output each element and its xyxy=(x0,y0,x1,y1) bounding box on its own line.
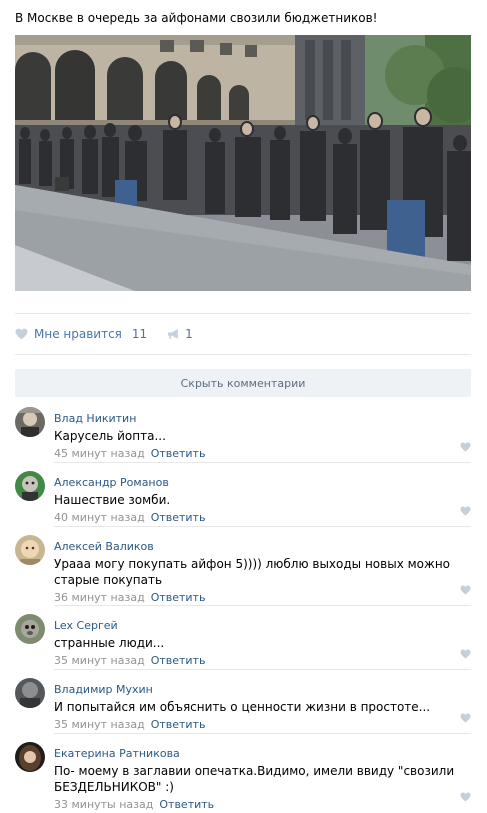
avatar[interactable] xyxy=(15,535,45,565)
comment-item: Екатерина Ратникова По- моему в заглавии… xyxy=(15,742,471,812)
post-photo[interactable] xyxy=(15,35,471,291)
comment-text: И попытайся им объяснить о ценности жизн… xyxy=(54,700,431,714)
heart-icon[interactable] xyxy=(460,506,471,516)
comment-text: странные люди... xyxy=(54,636,165,650)
avatar[interactable] xyxy=(15,407,45,437)
comment-divider xyxy=(54,733,471,734)
comment-author[interactable]: Екатерина Ратникова xyxy=(54,747,180,761)
comment-text: По- моему в заглавии опечатка.Видимо, им… xyxy=(54,764,455,794)
like-button[interactable]: Мне нравится 11 xyxy=(15,327,147,341)
comment-time[interactable]: 45 минут назад xyxy=(54,447,145,460)
comment-time[interactable]: 40 минут назад xyxy=(54,511,145,524)
comment-author[interactable]: Алексей Валиков xyxy=(54,540,154,554)
comment-time[interactable]: 35 минут назад xyxy=(54,654,145,667)
avatar[interactable] xyxy=(15,471,45,501)
reply-link[interactable]: Ответить xyxy=(151,654,206,667)
divider-bottom xyxy=(15,354,471,355)
comment-text: Урааа могу покупать айфон 5)))) люблю вы… xyxy=(54,557,450,587)
comment-text: Карусель йопта... xyxy=(54,429,166,443)
divider-top xyxy=(15,313,471,314)
avatar[interactable] xyxy=(15,678,45,708)
reply-link[interactable]: Ответить xyxy=(151,511,206,524)
reply-link[interactable]: Ответить xyxy=(151,718,206,731)
reply-link[interactable]: Ответить xyxy=(159,798,214,811)
heart-icon[interactable] xyxy=(460,713,471,723)
reply-link[interactable]: Ответить xyxy=(151,447,206,460)
comment-divider xyxy=(54,605,471,606)
comment-author[interactable]: Владимир Мухин xyxy=(54,683,153,697)
heart-icon xyxy=(15,328,28,340)
comment-author[interactable]: Влад Никитин xyxy=(54,412,136,426)
comment-item: Влад Никитин Карусель йопта... 45 минут … xyxy=(15,407,471,463)
heart-icon[interactable] xyxy=(460,585,471,595)
heart-icon[interactable] xyxy=(460,792,471,802)
share-count: 1 xyxy=(185,327,193,341)
comment-time[interactable]: 33 минуты назад xyxy=(54,798,153,811)
comment-divider xyxy=(54,462,471,463)
avatar[interactable] xyxy=(15,742,45,772)
post-actions: Мне нравится 11 1 xyxy=(15,326,193,342)
comment-time[interactable]: 36 минут назад xyxy=(54,591,145,604)
comment-item: Алексей Валиков Урааа могу покупать айфо… xyxy=(15,535,471,605)
like-count: 11 xyxy=(131,327,148,341)
avatar[interactable] xyxy=(15,614,45,644)
hide-comments-button[interactable]: Скрыть комментарии xyxy=(15,369,471,397)
share-button[interactable]: 1 xyxy=(167,327,193,341)
comment-divider xyxy=(54,669,471,670)
megaphone-icon xyxy=(168,329,179,339)
like-label: Мне нравится xyxy=(34,327,122,341)
post-text: В Москве в очередь за айфонами свозили б… xyxy=(15,11,378,25)
heart-icon[interactable] xyxy=(460,442,471,452)
comment-divider xyxy=(54,526,471,527)
comment-time[interactable]: 35 минут назад xyxy=(54,718,145,731)
heart-icon[interactable] xyxy=(460,649,471,659)
comment-text: Нашествие зомби. xyxy=(54,493,171,507)
comment-item: Владимир Мухин И попытайся им объяснить … xyxy=(15,678,471,734)
reply-link[interactable]: Ответить xyxy=(151,591,206,604)
comment-author[interactable]: Lex Сергей xyxy=(54,619,118,633)
comment-author[interactable]: Александр Романов xyxy=(54,476,169,490)
comment-item: Lex Сергей странные люди... 35 минут наз… xyxy=(15,614,471,670)
comment-item: Александр Романов Нашествие зомби. 40 ми… xyxy=(15,471,471,527)
